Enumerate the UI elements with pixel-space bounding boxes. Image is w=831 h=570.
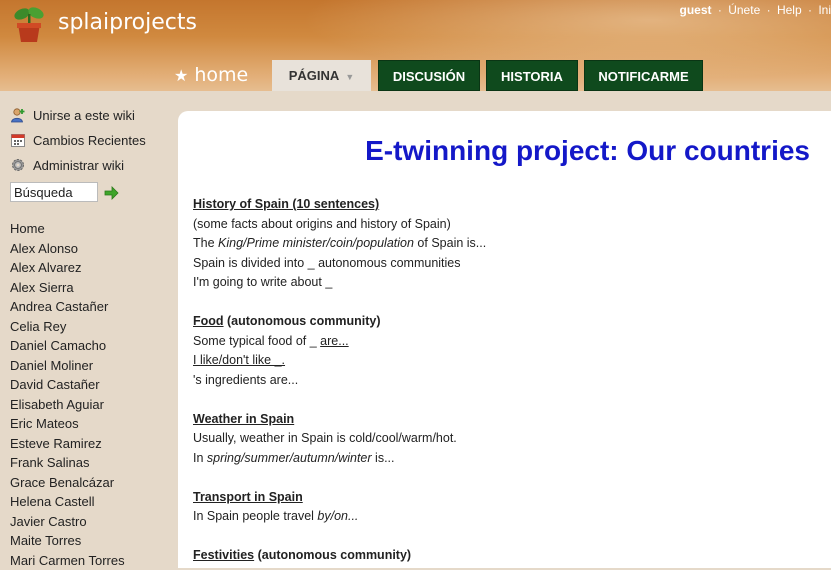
section-heading-transport: Transport in Spain bbox=[193, 488, 813, 508]
page-link[interactable]: David Castañer bbox=[10, 375, 125, 395]
text-line: The King/Prime minister/coin/population … bbox=[193, 234, 813, 254]
tab-notificarme[interactable]: NOTIFICARME bbox=[584, 60, 703, 91]
text-line: I like/don't like _. bbox=[193, 351, 813, 371]
page-body: History of Spain (10 sentences) (some fa… bbox=[193, 195, 813, 566]
page-link[interactable]: Home bbox=[10, 219, 125, 239]
page-link[interactable]: Alex Alonso bbox=[10, 239, 125, 259]
separator: · bbox=[767, 3, 771, 17]
page-link[interactable]: Mari Carmen Torres bbox=[10, 551, 125, 570]
plant-pot-logo-icon[interactable] bbox=[12, 5, 46, 43]
manage-wiki-link[interactable]: Administrar wiki bbox=[10, 157, 124, 175]
page-link[interactable]: Frank Salinas bbox=[10, 453, 125, 473]
text-line: (some facts about origins and history of… bbox=[193, 215, 813, 235]
help-link[interactable]: Help bbox=[777, 3, 802, 17]
section-heading-festivities: Festivities (autonomous community) bbox=[193, 546, 813, 566]
site-title[interactable]: splaiprojects bbox=[58, 10, 197, 35]
username[interactable]: guest bbox=[680, 3, 712, 17]
page-link[interactable]: Andrea Castañer bbox=[10, 297, 125, 317]
tab-label: PÁGINA bbox=[289, 68, 340, 83]
section-heading-history: History of Spain (10 sentences) bbox=[193, 195, 813, 215]
text-line: 's ingredients are... bbox=[193, 371, 813, 391]
page-list: Home Alex Alonso Alex Alvarez Alex Sierr… bbox=[10, 219, 125, 570]
tab-pagina[interactable]: PÁGINA ▼ bbox=[272, 60, 371, 91]
tab-discusion[interactable]: DISCUSIÓN bbox=[378, 60, 480, 91]
page-link[interactable]: Alex Sierra bbox=[10, 278, 125, 298]
page-link[interactable]: Maite Torres bbox=[10, 531, 125, 551]
page-link[interactable]: Esteve Ramirez bbox=[10, 434, 125, 454]
home-label: home bbox=[194, 64, 248, 86]
text-line: Spain is divided into _ autonomous commu… bbox=[193, 254, 813, 274]
search-input[interactable] bbox=[10, 182, 98, 202]
page-link[interactable]: Javier Castro bbox=[10, 512, 125, 532]
page-link[interactable]: Helena Castell bbox=[10, 492, 125, 512]
page-link[interactable]: Elisabeth Aguiar bbox=[10, 395, 125, 415]
join-wiki-label: Unirse a este wiki bbox=[33, 108, 135, 123]
calendar-icon bbox=[10, 132, 26, 148]
main-content: E-twinning project: Our countries Histor… bbox=[178, 111, 831, 568]
manage-wiki-label: Administrar wiki bbox=[33, 158, 124, 173]
recent-changes-label: Cambios Recientes bbox=[33, 133, 146, 148]
join-link[interactable]: Únete bbox=[728, 3, 760, 17]
page-title: E-twinning project: Our countries bbox=[365, 135, 810, 167]
login-link[interactable]: Ini bbox=[818, 3, 831, 17]
page-link[interactable]: Celia Rey bbox=[10, 317, 125, 337]
text-line: Some typical food of _ are... bbox=[193, 332, 813, 352]
page-link[interactable]: Daniel Moliner bbox=[10, 356, 125, 376]
user-links: guest · Únete · Help · Ini bbox=[680, 3, 831, 17]
caret-down-icon: ▼ bbox=[345, 72, 354, 82]
section-heading-weather: Weather in Spain bbox=[193, 410, 813, 430]
gear-icon bbox=[10, 157, 26, 173]
home-link[interactable]: ★ home bbox=[174, 64, 248, 86]
site-header: splaiprojects guest · Únete · Help · Ini… bbox=[0, 0, 831, 91]
recent-changes-link[interactable]: Cambios Recientes bbox=[10, 132, 146, 150]
page-link[interactable]: Grace Benalcázar bbox=[10, 473, 125, 493]
section-heading-food: Food (autonomous community) bbox=[193, 312, 813, 332]
page-link[interactable]: Alex Alvarez bbox=[10, 258, 125, 278]
go-arrow-icon[interactable] bbox=[104, 186, 119, 200]
page-link[interactable]: Eric Mateos bbox=[10, 414, 125, 434]
tab-historia[interactable]: HISTORIA bbox=[486, 60, 578, 91]
separator: · bbox=[718, 3, 722, 17]
sidebar: Unirse a este wiki Cambios Recientes Adm… bbox=[0, 91, 178, 568]
text-line: Usually, weather in Spain is cold/cool/w… bbox=[193, 429, 813, 449]
star-icon[interactable]: ★ bbox=[174, 66, 188, 85]
text-line: In Spain people travel by/on... bbox=[193, 507, 813, 527]
user-add-icon bbox=[10, 107, 26, 123]
page-link[interactable]: Daniel Camacho bbox=[10, 336, 125, 356]
join-wiki-link[interactable]: Unirse a este wiki bbox=[10, 107, 135, 125]
text-line: I'm going to write about _ bbox=[193, 273, 813, 293]
text-line: In spring/summer/autumn/winter is... bbox=[193, 449, 813, 469]
separator: · bbox=[808, 3, 812, 17]
